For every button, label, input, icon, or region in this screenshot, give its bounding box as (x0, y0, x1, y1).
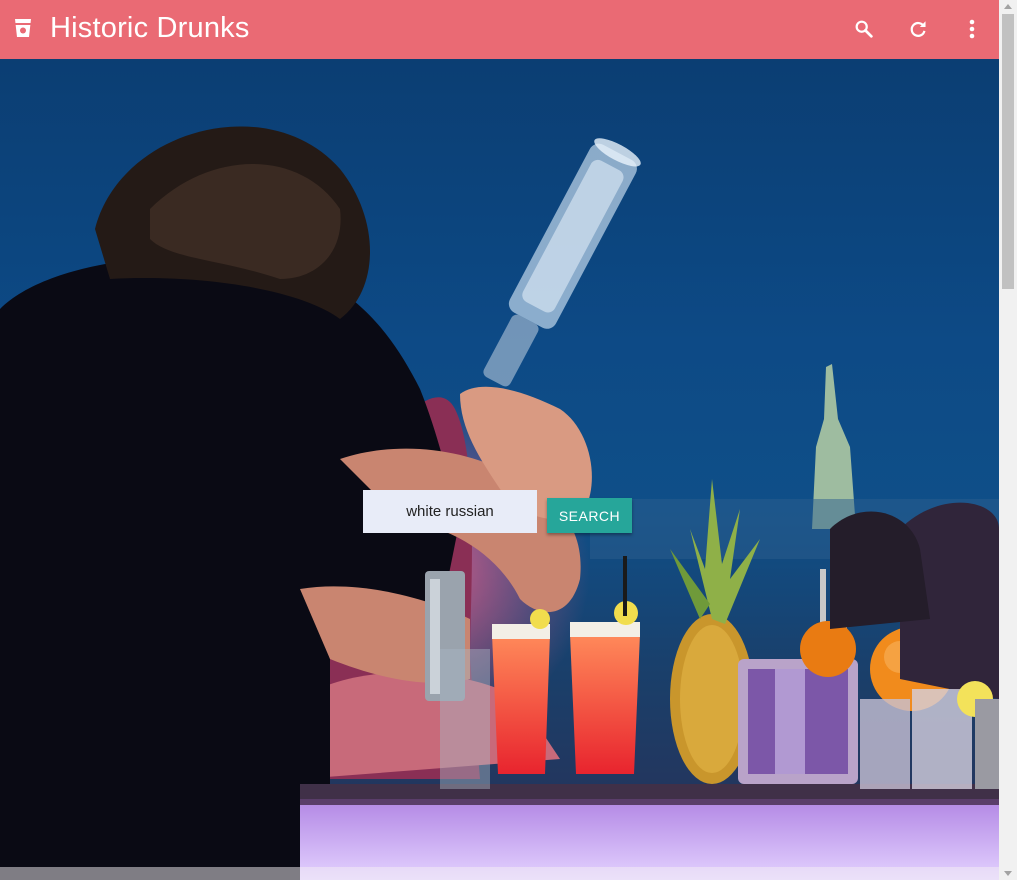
bar-scene-image (0, 126, 999, 880)
app-bar: Historic Drunks (0, 0, 999, 59)
vertical-scrollbar[interactable] (999, 0, 1017, 880)
cup-icon (12, 17, 34, 39)
search-icon[interactable] (849, 14, 879, 44)
hero-background (0, 59, 999, 880)
scroll-up-icon[interactable] (1004, 4, 1012, 9)
scroll-down-icon[interactable] (1004, 871, 1012, 876)
search-input[interactable] (363, 490, 537, 533)
more-vert-icon[interactable] (957, 14, 987, 44)
scrollbar-thumb[interactable] (1002, 14, 1014, 289)
refresh-icon[interactable] (903, 14, 933, 44)
page: Historic Drunks white russian SEARCH (0, 0, 999, 880)
search-button[interactable]: SEARCH (547, 498, 632, 533)
app-title: Historic Drunks (50, 12, 250, 44)
